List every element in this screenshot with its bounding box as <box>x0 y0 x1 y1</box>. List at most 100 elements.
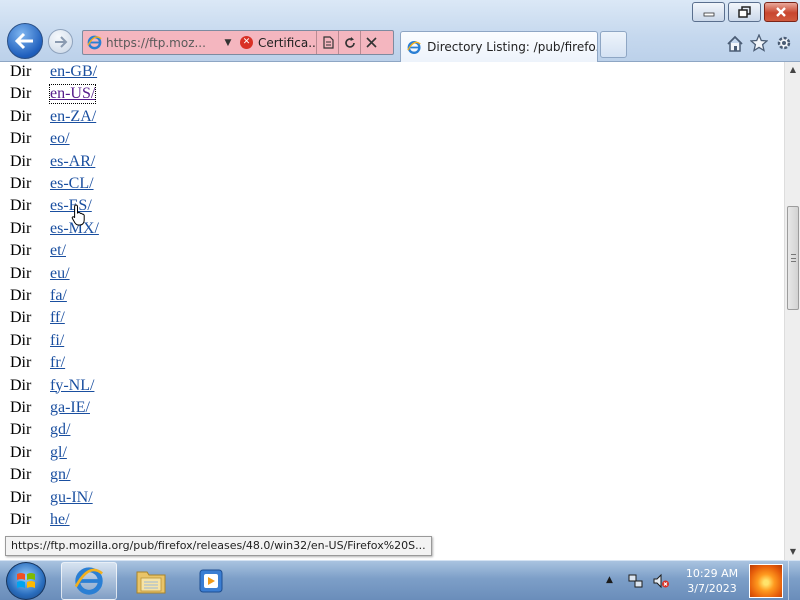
browser-chrome: https://ftp.moz... ▼ ✕ Certifica... Dire… <box>0 0 800 62</box>
media-player-icon <box>199 569 223 593</box>
scroll-down-arrow-icon[interactable]: ▼ <box>785 544 800 560</box>
directory-link[interactable]: es-AR/ <box>50 153 95 171</box>
favorites-button[interactable] <box>749 33 769 53</box>
volume-muted-icon[interactable] <box>652 573 670 589</box>
list-item: Dir en-ZA/ <box>0 108 300 130</box>
directory-link[interactable]: gn/ <box>50 466 70 484</box>
list-item: Dir ga-IE/ <box>0 399 300 421</box>
directory-link[interactable]: eu/ <box>50 265 70 283</box>
list-item: Dir fy-NL/ <box>0 377 300 399</box>
directory-link[interactable]: ga-IE/ <box>50 399 90 417</box>
taskbar-internet-explorer[interactable] <box>61 562 117 600</box>
entry-type: Dir <box>10 85 32 103</box>
entry-type: Dir <box>10 466 32 484</box>
list-item: Dir es-AR/ <box>0 153 300 175</box>
ie-page-icon <box>87 35 102 50</box>
entry-type: Dir <box>10 63 32 80</box>
vertical-scrollbar[interactable]: ▲ ▼ <box>784 62 800 560</box>
list-item: Dir gn/ <box>0 466 300 488</box>
taskbar-media-player[interactable] <box>183 562 239 600</box>
entry-type: Dir <box>10 399 32 416</box>
folder-icon <box>136 571 166 594</box>
address-url[interactable]: https://ftp.moz... <box>106 36 222 50</box>
list-item: Dir fa/ <box>0 287 300 309</box>
scroll-thumb[interactable] <box>787 206 799 310</box>
system-clock[interactable]: 10:29 AM 3/7/2023 <box>680 566 744 596</box>
list-item: Dir fi/ <box>0 332 300 354</box>
directory-link[interactable]: fr/ <box>50 354 65 372</box>
close-icon <box>776 7 786 17</box>
entry-type: Dir <box>10 175 32 192</box>
home-icon <box>727 35 743 52</box>
forward-arrow-icon <box>54 35 67 48</box>
taskbar-file-explorer[interactable] <box>123 562 179 600</box>
entry-type: Dir <box>10 376 32 394</box>
back-button[interactable] <box>7 23 43 59</box>
directory-link[interactable]: fa/ <box>50 287 67 305</box>
page-content: Dir en-GB/Dir en-US/Dir en-ZA/Dir eo/Dir es-A… <box>0 62 784 560</box>
directory-link[interactable]: gu-IN/ <box>50 489 93 507</box>
user-picture-tile[interactable] <box>749 564 783 598</box>
refresh-icon <box>344 36 355 48</box>
show-hidden-icons-arrow-icon[interactable]: ▲ <box>606 575 613 585</box>
list-item: Dir es-CL/ <box>0 175 300 197</box>
list-item: Dir es-ES/ <box>0 197 300 219</box>
internet-explorer-icon <box>74 567 103 595</box>
directory-link[interactable]: en-GB/ <box>50 63 97 81</box>
directory-link[interactable]: fy-NL/ <box>50 377 94 395</box>
entry-type: Dir <box>10 130 32 148</box>
directory-link[interactable]: ff/ <box>50 309 65 327</box>
minimize-button[interactable] <box>692 2 725 22</box>
address-dropdown-icon[interactable]: ▼ <box>222 38 234 48</box>
new-tab-button[interactable] <box>600 31 627 58</box>
taskbar: ▲ 10:29 AM 3/7/2023 <box>0 560 800 600</box>
error-x-icon: ✕ <box>240 36 253 49</box>
back-arrow-icon <box>15 32 33 50</box>
network-icon[interactable] <box>628 573 644 589</box>
entry-type: Dir <box>10 331 32 349</box>
gear-icon <box>777 36 791 50</box>
compatibility-view-button[interactable] <box>316 31 338 54</box>
directory-link[interactable]: es-CL/ <box>50 175 94 193</box>
certificate-error-label[interactable]: Certifica... <box>258 36 316 50</box>
list-item: Dir eo/ <box>0 130 300 152</box>
directory-link[interactable]: he/ <box>50 511 70 529</box>
restore-button[interactable] <box>728 2 761 22</box>
clock-date: 3/7/2023 <box>687 582 737 595</box>
entry-type: Dir <box>10 197 32 215</box>
entry-type: Dir <box>10 242 32 260</box>
tab-directory-listing[interactable]: Directory Listing: /pub/firefo... <box>400 31 598 62</box>
entry-type: Dir <box>10 107 32 125</box>
star-icon <box>750 34 768 52</box>
show-desktop-button[interactable] <box>788 561 800 600</box>
directory-link[interactable]: gl/ <box>50 444 67 462</box>
entry-type: Dir <box>10 488 32 506</box>
directory-link[interactable]: en-ZA/ <box>50 108 96 126</box>
directory-link[interactable]: et/ <box>50 242 66 260</box>
directory-link[interactable]: eo/ <box>50 130 70 148</box>
list-item: Dir et/ <box>0 242 300 264</box>
scroll-up-arrow-icon[interactable]: ▲ <box>785 62 800 78</box>
entry-type: Dir <box>10 309 32 327</box>
forward-button[interactable] <box>48 29 73 54</box>
address-bar[interactable]: https://ftp.moz... ▼ ✕ Certifica... <box>82 30 394 55</box>
list-item: Dir en-US/ <box>0 84 300 107</box>
stop-button[interactable] <box>360 31 382 54</box>
refresh-button[interactable] <box>338 31 360 54</box>
directory-link[interactable]: en-US/ <box>48 84 97 105</box>
ie-tab-icon <box>407 40 421 54</box>
entry-type: Dir <box>10 511 32 528</box>
list-item: Dir gd/ <box>0 421 300 443</box>
tools-button[interactable] <box>774 33 794 53</box>
home-button[interactable] <box>725 33 745 53</box>
compatibility-page-icon <box>322 36 334 49</box>
directory-link[interactable]: gd/ <box>50 421 70 439</box>
clock-time: 10:29 AM <box>685 567 739 580</box>
directory-link[interactable]: fi/ <box>50 332 64 350</box>
list-item: Dir gl/ <box>0 444 300 466</box>
start-button[interactable] <box>6 562 46 600</box>
hand-cursor-icon <box>71 204 85 226</box>
restore-icon <box>737 6 751 18</box>
close-window-button[interactable] <box>764 2 798 22</box>
minimize-icon <box>703 12 714 17</box>
